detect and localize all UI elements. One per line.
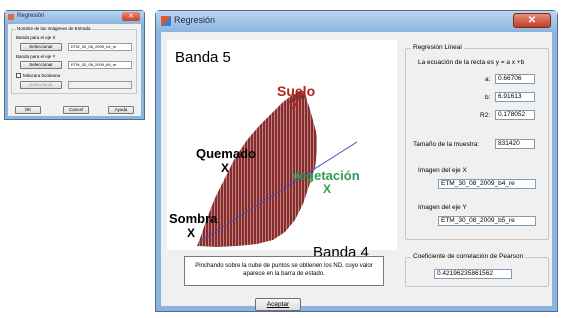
- vegetacion-annotation: Vegetación: [291, 168, 360, 183]
- sample-size-label: Tamaño de la muestra:: [413, 141, 480, 148]
- regression-dialog: Regresión ✕ Banda 5 Banda 4 Suelo X Quem…: [155, 10, 558, 312]
- r2-value-field[interactable]: 0.178052: [495, 110, 535, 120]
- vegetacion-marker: X: [323, 182, 332, 196]
- regression-dialog-title: Regresión: [174, 15, 216, 25]
- scatter-plot[interactable]: Banda 5 Banda 4 Suelo X Quemado X Vegeta…: [167, 40, 397, 261]
- input-images-group: Nombre de las Imágenes de Entrada Banda …: [11, 26, 137, 94]
- pearson-value-field[interactable]: 0.42196235861562: [434, 269, 512, 279]
- hint-text: Pinchando sobre la nube de puntos se obt…: [184, 256, 384, 286]
- a-value-field[interactable]: 0.66706: [495, 74, 535, 84]
- x-image-field[interactable]: ETM_30_08_2009_b4_re: [438, 179, 536, 189]
- close-icon[interactable]: ✕: [513, 13, 551, 28]
- regression-dialog-body: Banda 5 Banda 4 Suelo X Quemado X Vegeta…: [161, 32, 552, 311]
- pearson-legend: Coeficiente de correlación de Pearson: [411, 253, 526, 260]
- a-label: a:: [485, 76, 491, 83]
- ok-button[interactable]: OK: [15, 106, 41, 114]
- x-band-field[interactable]: ETM_30_08_2009_b4_re: [68, 43, 132, 51]
- y-image-field[interactable]: ETM_30_08_2009_b5_re: [438, 216, 536, 226]
- y-band-label: Banda para el eje Y: [16, 54, 56, 59]
- input-images-legend: Nombre de las Imágenes de Entrada: [16, 26, 92, 31]
- b-value-field[interactable]: 6.91613: [495, 92, 535, 102]
- mask-select-button[interactable]: Seleccionar: [20, 81, 62, 89]
- x-band-label: Banda para el eje X: [16, 35, 56, 40]
- sombra-annotation: Sombra: [169, 211, 218, 226]
- sample-size-field[interactable]: 831420: [495, 139, 535, 149]
- y-image-label: Imagen del eje Y: [418, 204, 467, 211]
- input-dialog-body: Nombre de las Imágenes de Entrada Banda …: [8, 24, 141, 116]
- app-icon: [161, 16, 171, 26]
- y-band-select-button[interactable]: Seleccionar: [20, 61, 62, 69]
- b-label: b:: [485, 94, 491, 101]
- suelo-marker: X: [291, 98, 300, 112]
- x-band-select-button[interactable]: Seleccionar: [20, 43, 62, 51]
- mask-label: Máscara booleana: [23, 73, 61, 78]
- cancel-button[interactable]: Cancel: [63, 106, 89, 114]
- mask-field[interactable]: [68, 81, 132, 89]
- app-icon: [8, 14, 14, 20]
- y-band-field[interactable]: ETM_30_08_2009_b5_re: [68, 61, 132, 69]
- equation-text: La ecuación de la recta es y = a x +b: [418, 59, 525, 66]
- input-dialog: Regresión ✕ Nombre de las Imágenes de En…: [4, 10, 145, 120]
- regression-dialog-titlebar[interactable]: Regresión ✕: [156, 11, 557, 31]
- x-image-label: Imagen del eje X: [418, 167, 467, 174]
- input-dialog-titlebar[interactable]: Regresión ✕: [5, 11, 144, 23]
- accept-button[interactable]: Aceptar: [255, 298, 301, 311]
- close-icon[interactable]: ✕: [122, 12, 140, 21]
- help-button[interactable]: Ayuda: [108, 106, 134, 114]
- suelo-annotation: Suelo: [277, 83, 316, 99]
- quemado-annotation: Quemado: [196, 146, 256, 161]
- pearson-group: Coeficiente de correlación de Pearson 0.…: [405, 253, 549, 287]
- y-axis-band-label: Banda 5: [175, 49, 231, 66]
- input-dialog-title: Regresión: [17, 13, 45, 19]
- linear-regression-group: Regresión Lineal La ecuación de la recta…: [405, 44, 549, 240]
- quemado-marker: X: [221, 161, 230, 175]
- mask-checkbox[interactable]: [16, 73, 21, 78]
- linear-regression-legend: Regresión Lineal: [411, 44, 464, 51]
- sombra-marker: X: [187, 226, 196, 240]
- r2-label: R2:: [480, 112, 491, 119]
